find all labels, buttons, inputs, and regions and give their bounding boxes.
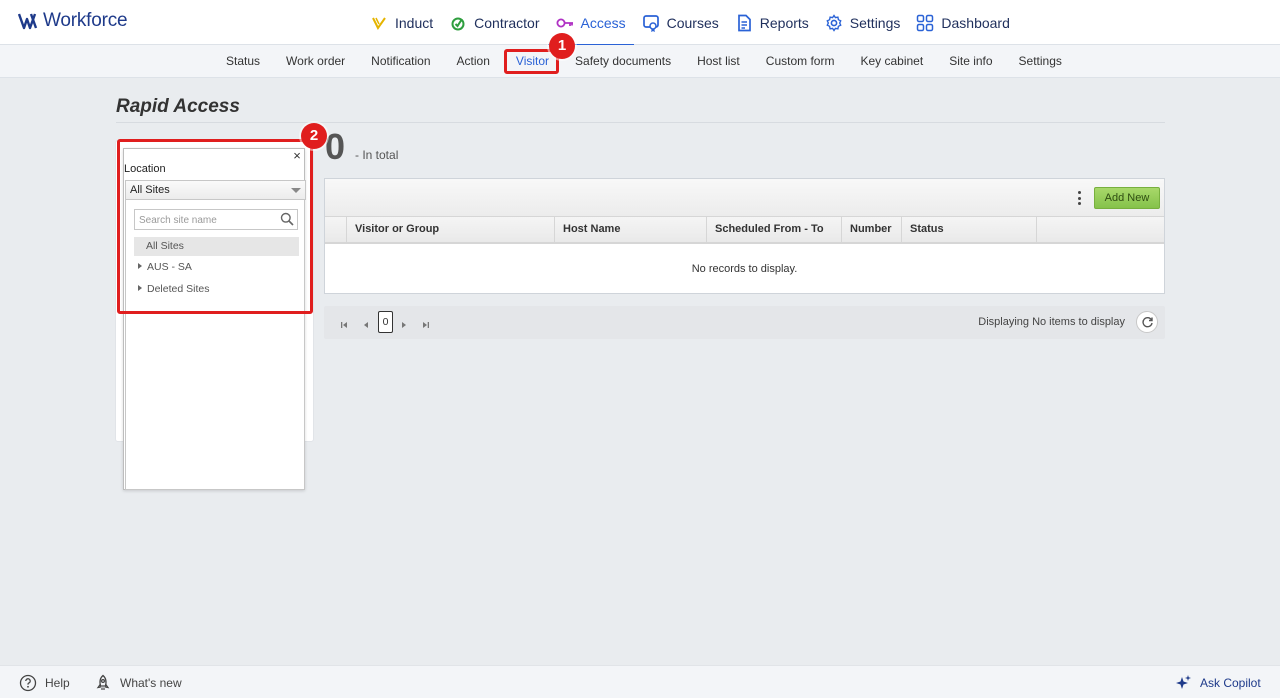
help-link[interactable]: Help <box>19 666 70 698</box>
nav-dashboard[interactable]: Dashboard <box>908 0 1018 45</box>
total-count-label: - In total <box>355 148 399 162</box>
column-visitor-or-group[interactable]: Visitor or Group <box>347 217 555 242</box>
nav-label: Access <box>580 14 626 31</box>
add-new-button[interactable]: Add New <box>1094 187 1160 209</box>
sub-nav: Status Work order Notification Action Vi… <box>0 45 1280 78</box>
main-nav: Induct Contractor Access Courses Reports <box>362 0 1018 46</box>
title-divider <box>116 122 1165 123</box>
rocket-icon <box>96 674 110 690</box>
whats-new-link[interactable]: What's new <box>94 666 182 698</box>
column-host-name[interactable]: Host Name <box>555 217 707 242</box>
tree-item-label: AUS - SA <box>147 261 192 273</box>
location-label: Location <box>124 163 166 175</box>
annotation-badge-2: 2 <box>301 123 327 149</box>
expand-arrow-icon[interactable] <box>138 285 142 292</box>
page-title: Rapid Access <box>116 96 240 117</box>
extra-column-header <box>1037 217 1164 242</box>
subnav-notification[interactable]: Notification <box>358 45 443 78</box>
workforce-logo-icon <box>18 13 38 30</box>
previous-page-icon[interactable] <box>361 317 371 328</box>
ask-copilot-label: Ask Copilot <box>1200 675 1261 690</box>
help-label: Help <box>45 675 70 690</box>
annotation-badge-1: 1 <box>549 33 575 59</box>
total-count: 0 <box>325 126 346 167</box>
site-search-box <box>134 209 298 230</box>
subnav-safety-documents[interactable]: Safety documents <box>562 45 684 78</box>
top-header: Workforce Induct Contractor Access Cours… <box>0 0 1280 46</box>
last-page-icon[interactable] <box>421 317 431 328</box>
tree-item-label: Deleted Sites <box>147 283 210 295</box>
nav-reports[interactable]: Reports <box>727 0 817 45</box>
brand-logo[interactable]: Workforce <box>18 10 128 32</box>
reports-icon <box>735 14 753 32</box>
subnav-status[interactable]: Status <box>213 45 273 78</box>
courses-icon <box>642 14 660 32</box>
contractor-icon <box>449 14 467 32</box>
nav-label: Dashboard <box>941 14 1010 31</box>
subnav-host-list[interactable]: Host list <box>684 45 753 78</box>
sparkle-icon <box>1176 674 1191 689</box>
caret-down-icon <box>291 188 301 193</box>
pager-status: Displaying No items to display <box>978 316 1125 328</box>
subnav-work-order[interactable]: Work order <box>273 45 358 78</box>
nav-label: Contractor <box>474 14 540 31</box>
gear-icon <box>825 13 843 32</box>
column-status[interactable]: Status <box>902 217 1037 242</box>
induct-icon <box>370 14 388 32</box>
expand-arrow-icon[interactable] <box>138 263 142 270</box>
visitor-grid: Add New Visitor or Group Host Name Sched… <box>324 178 1165 294</box>
nav-induct[interactable]: Induct <box>362 0 441 45</box>
column-scheduled[interactable]: Scheduled From - To <box>707 217 842 242</box>
location-select[interactable]: All Sites <box>125 180 306 200</box>
location-options-popup: All Sites AUS - SA Deleted Sites <box>125 200 305 490</box>
nav-label: Settings <box>849 14 901 31</box>
whats-new-label: What's new <box>120 675 182 690</box>
nav-label: Courses <box>666 14 719 31</box>
more-options-icon[interactable] <box>1073 189 1085 207</box>
nav-settings[interactable]: Settings <box>817 0 909 45</box>
nav-label: Reports <box>759 14 809 31</box>
nav-contractor[interactable]: Contractor <box>441 0 547 45</box>
empty-message: No records to display. <box>691 263 798 275</box>
refresh-icon[interactable] <box>1136 311 1158 333</box>
current-page[interactable]: 0 <box>378 311 393 333</box>
grid-icon <box>916 14 934 32</box>
subnav-settings[interactable]: Settings <box>1006 45 1075 78</box>
column-number[interactable]: Number <box>842 217 902 242</box>
subnav-key-cabinet[interactable]: Key cabinet <box>847 45 936 78</box>
nav-label: Induct <box>395 14 434 31</box>
brand-name: Workforce <box>43 10 128 31</box>
subnav-site-info[interactable]: Site info <box>936 45 1005 78</box>
nav-courses[interactable]: Courses <box>634 0 727 45</box>
search-icon[interactable] <box>280 212 294 231</box>
tree-item-deleted-sites[interactable]: Deleted Sites <box>134 280 299 299</box>
tree-item-aus-sa[interactable]: AUS - SA <box>134 258 299 277</box>
key-icon <box>556 14 574 32</box>
location-selected-value: All Sites <box>130 184 170 196</box>
site-search-input[interactable] <box>135 211 275 230</box>
help-icon <box>19 674 37 691</box>
footer-bar: Help What's new Ask Copilot <box>0 665 1280 698</box>
tree-item-all-sites[interactable]: All Sites <box>134 237 299 256</box>
grid-toolbar: Add New <box>325 179 1164 217</box>
location-filter-dropdown: × Location All Sites All Sites AUS - SA … <box>123 148 306 490</box>
grid-pager: 0 Displaying No items to display <box>324 306 1165 339</box>
next-page-icon[interactable] <box>399 317 409 328</box>
first-page-icon[interactable] <box>339 317 349 328</box>
subnav-custom-form[interactable]: Custom form <box>753 45 848 78</box>
select-column-header <box>325 217 347 242</box>
subnav-action[interactable]: Action <box>444 45 503 78</box>
ask-copilot-button[interactable]: Ask Copilot <box>1174 666 1261 698</box>
close-icon[interactable]: × <box>290 149 304 163</box>
grid-header: Visitor or Group Host Name Scheduled Fro… <box>325 217 1164 244</box>
